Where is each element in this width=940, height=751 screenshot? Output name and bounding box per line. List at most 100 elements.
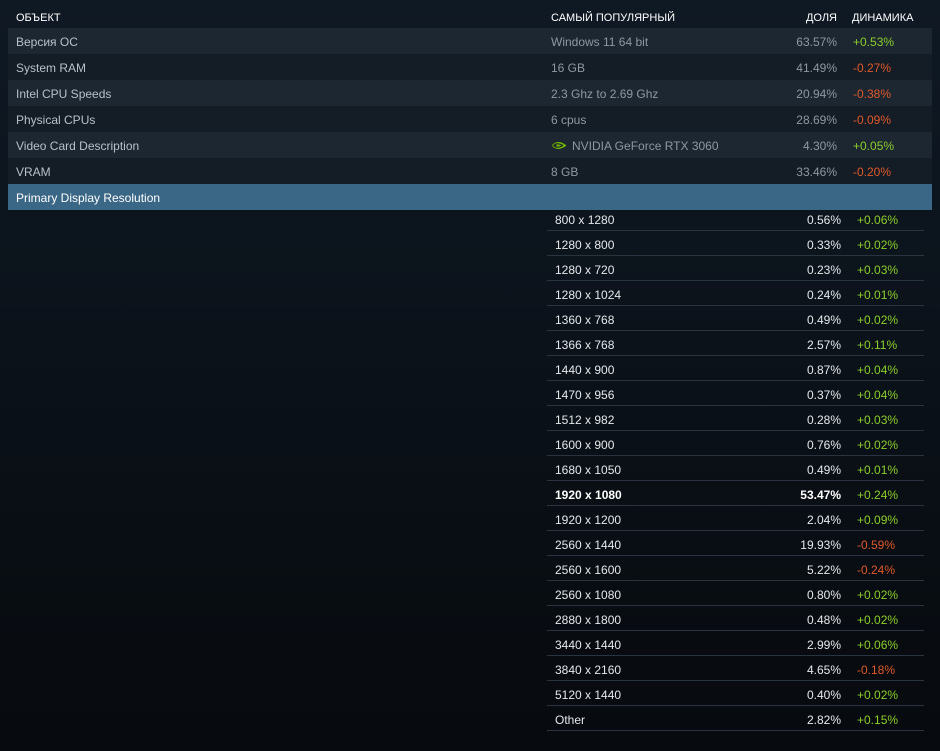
resolution-share: 0.80% (806, 588, 841, 602)
row-popular: 6 cpus (551, 113, 587, 127)
row-share: 63.57% (796, 35, 837, 49)
resolution-share: 0.37% (806, 388, 841, 402)
row-change: +0.53% (853, 35, 895, 49)
resolution-change: -0.59% (857, 538, 896, 552)
resolution-name: 2560 x 1080 (555, 588, 622, 602)
resolution-row[interactable]: Other 2.82% +0.15% (547, 706, 924, 731)
resolution-row[interactable]: 1280 x 1024 0.24% +0.01% (547, 281, 924, 306)
resolution-change: +0.06% (857, 213, 899, 227)
header-most-popular: САМЫЙ ПОПУЛЯРНЫЙ (551, 12, 675, 24)
row-name: Physical CPUs (16, 113, 96, 127)
resolution-share: 2.04% (806, 513, 841, 527)
table-row[interactable]: Intel CPU Speeds 2.3 Ghz to 2.69 Ghz 20.… (8, 80, 932, 106)
resolution-row[interactable]: 5120 x 1440 0.40% +0.02% (547, 681, 924, 706)
row-popular: NVIDIA GeForce RTX 3060 (572, 139, 719, 153)
resolution-row[interactable]: 1920 x 1080 53.47% +0.24% (547, 481, 924, 506)
row-popular: 8 GB (551, 165, 579, 179)
resolution-name: 2560 x 1600 (555, 563, 622, 577)
resolution-share: 0.56% (806, 213, 841, 227)
resolution-name: 1512 x 982 (555, 413, 615, 427)
section-title: Primary Display Resolution (16, 191, 161, 205)
resolution-change: +0.01% (857, 288, 899, 302)
resolution-change: +0.04% (857, 388, 899, 402)
resolution-share: 0.33% (806, 238, 841, 252)
resolution-row[interactable]: 3840 x 2160 4.65% -0.18% (547, 656, 924, 681)
row-name: Версия ОС (16, 35, 78, 49)
table-row[interactable]: Версия ОС Windows 11 64 bit 63.57% +0.53… (8, 28, 932, 54)
table-row[interactable]: System RAM 16 GB 41.49% -0.27% (8, 54, 932, 80)
resolution-name: 1600 x 900 (555, 438, 615, 452)
resolution-change: +0.03% (857, 263, 899, 277)
resolution-share: 0.87% (806, 363, 841, 377)
resolution-share: 53.47% (800, 488, 841, 502)
resolution-name: 3440 x 1440 (555, 638, 622, 652)
table-row[interactable]: Physical CPUs 6 cpus 28.69% -0.09% (8, 106, 932, 132)
resolution-row[interactable]: 1680 x 1050 0.49% +0.01% (547, 456, 924, 481)
resolution-change: +0.03% (857, 413, 899, 427)
resolution-share: 0.49% (806, 463, 841, 477)
resolution-name: 1280 x 1024 (555, 288, 622, 302)
resolution-row[interactable]: 1440 x 900 0.87% +0.04% (547, 356, 924, 381)
header-object: ОБЪЕКТ (16, 12, 61, 24)
resolution-name: 2560 x 1440 (555, 538, 622, 552)
resolution-row[interactable]: 1470 x 956 0.37% +0.04% (547, 381, 924, 406)
table-row[interactable]: VRAM 8 GB 33.46% -0.20% (8, 158, 932, 184)
row-name: VRAM (16, 165, 51, 179)
row-change: -0.27% (853, 61, 892, 75)
resolution-change: +0.02% (857, 613, 899, 627)
resolution-share: 0.76% (806, 438, 841, 452)
resolution-share: 5.22% (806, 563, 841, 577)
resolution-change: +0.02% (857, 238, 899, 252)
row-popular: 2.3 Ghz to 2.69 Ghz (551, 87, 659, 101)
resolution-share: 2.82% (806, 713, 841, 727)
resolution-share: 2.57% (806, 338, 841, 352)
row-change: -0.20% (853, 165, 892, 179)
row-share: 4.30% (802, 139, 837, 153)
hardware-survey-table: ОБЪЕКТ САМЫЙ ПОПУЛЯРНЫЙ ДОЛЯ ДИНАМИКА Ве… (8, 6, 932, 210)
header-change: ДИНАМИКА (852, 12, 914, 24)
resolution-share: 19.93% (800, 538, 841, 552)
resolution-row[interactable]: 1366 x 768 2.57% +0.11% (547, 331, 924, 356)
nvidia-logo-icon (551, 142, 567, 149)
row-popular: Windows 11 64 bit (551, 35, 649, 49)
resolution-row[interactable]: 3440 x 1440 2.99% +0.06% (547, 631, 924, 656)
table-header: ОБЪЕКТ САМЫЙ ПОПУЛЯРНЫЙ ДОЛЯ ДИНАМИКА (8, 6, 932, 28)
resolution-change: +0.02% (857, 688, 899, 702)
resolution-list: 800 x 1280 0.56% +0.06% 1280 x 800 0.33% +0.0… (547, 206, 924, 731)
row-name: Intel CPU Speeds (16, 87, 112, 101)
resolution-share: 0.48% (806, 613, 841, 627)
resolution-name: 1366 x 768 (555, 338, 615, 352)
row-change: +0.05% (853, 139, 895, 153)
resolution-change: +0.02% (857, 313, 899, 327)
resolution-row[interactable]: 1600 x 900 0.76% +0.02% (547, 431, 924, 456)
resolution-change: +0.11% (857, 338, 898, 352)
resolution-row[interactable]: 1920 x 1200 2.04% +0.09% (547, 506, 924, 531)
resolution-row[interactable]: 2560 x 1440 19.93% -0.59% (547, 531, 924, 556)
resolution-share: 0.24% (806, 288, 841, 302)
resolution-change: +0.06% (857, 638, 899, 652)
table-row[interactable]: Video Card Description NVIDIA GeForce RT… (8, 132, 932, 158)
resolution-share: 0.28% (806, 413, 841, 427)
resolution-row[interactable]: 1360 x 768 0.49% +0.02% (547, 306, 924, 331)
resolution-row[interactable]: 1280 x 720 0.23% +0.03% (547, 256, 924, 281)
resolution-row[interactable]: 2560 x 1080 0.80% +0.02% (547, 581, 924, 606)
resolution-row[interactable]: 1280 x 800 0.33% +0.02% (547, 231, 924, 256)
row-share: 41.49% (796, 61, 837, 75)
resolution-name: 2880 x 1800 (555, 613, 622, 627)
resolution-change: +0.24% (857, 488, 899, 502)
resolution-row[interactable]: 800 x 1280 0.56% +0.06% (547, 206, 924, 231)
resolution-share: 0.23% (806, 263, 841, 277)
resolution-name: 1440 x 900 (555, 363, 615, 377)
resolution-change: +0.09% (857, 513, 899, 527)
resolution-share: 4.65% (806, 663, 841, 677)
resolution-name: 1360 x 768 (555, 313, 615, 327)
resolution-row[interactable]: 1512 x 982 0.28% +0.03% (547, 406, 924, 431)
resolution-row[interactable]: 2880 x 1800 0.48% +0.02% (547, 606, 924, 631)
row-change: -0.38% (853, 87, 892, 101)
resolution-change: +0.15% (857, 713, 899, 727)
resolution-row[interactable]: 2560 x 1600 5.22% -0.24% (547, 556, 924, 581)
row-share: 33.46% (796, 165, 837, 179)
resolution-name: 1280 x 800 (555, 238, 615, 252)
resolution-name: 1680 x 1050 (555, 463, 622, 477)
row-change: -0.09% (853, 113, 892, 127)
